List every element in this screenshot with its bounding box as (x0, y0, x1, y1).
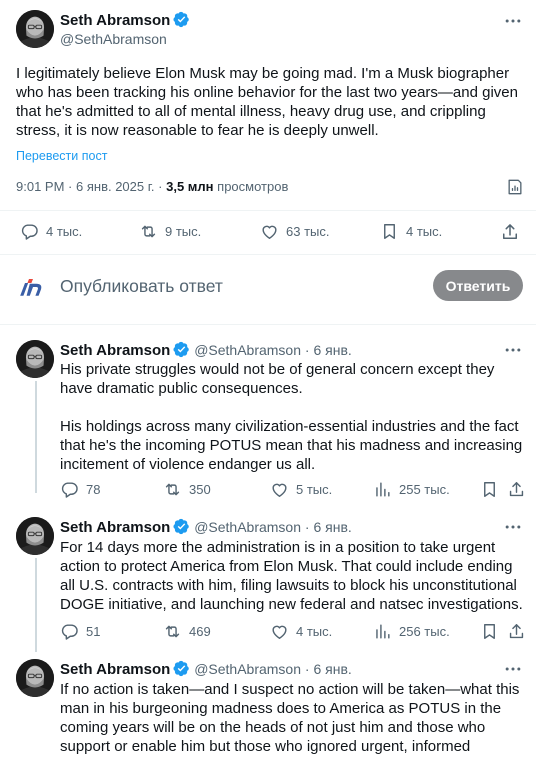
like-count: 63 тыс. (286, 224, 330, 239)
tweet-meta: 9:01 PM · 6 янв. 2025 г. · 3,5 млн просм… (16, 179, 288, 194)
reply-text: His private struggles would not be of ge… (60, 360, 524, 474)
views-icon (373, 622, 392, 641)
reply-author-name[interactable]: Seth Abramson (60, 519, 170, 536)
verified-badge-icon (173, 660, 190, 677)
views-label: просмотров (217, 179, 289, 194)
reply-author-name[interactable]: Seth Abramson (60, 342, 170, 359)
reply-count: 4 тыс. (46, 224, 83, 239)
views-count: 255 тыс. (399, 482, 450, 497)
share-icon[interactable] (507, 480, 526, 499)
reply-count: 78 (86, 482, 101, 497)
reply-author-handle[interactable]: @SethAbramson (194, 661, 301, 677)
reply-header: Seth Abramson @SethAbramson · 6 янв. (60, 341, 352, 359)
main-author-header: Seth Abramson (60, 11, 190, 30)
verified-badge-icon (173, 11, 190, 28)
more-options-icon[interactable] (503, 659, 523, 679)
reply-header: Seth Abramson @SethAbramson · 6 янв. (60, 660, 352, 678)
more-options-icon[interactable] (503, 517, 523, 537)
like-button[interactable]: 4 тыс. (270, 622, 332, 641)
meta-separator: · (304, 342, 310, 358)
like-icon (260, 222, 279, 241)
reply-paragraph: If no action is taken—and I suspect no a… (60, 681, 520, 755)
like-button[interactable]: 5 тыс. (270, 480, 332, 499)
reply-date[interactable]: 6 янв. (313, 661, 351, 677)
reply-author-handle[interactable]: @SethAbramson (194, 342, 301, 358)
reply-author-avatar[interactable] (16, 517, 54, 555)
repost-icon (139, 222, 158, 241)
bookmark-button[interactable]: 4 тыс. (380, 222, 442, 241)
reply-button[interactable]: 51 (60, 622, 100, 641)
reply-author-avatar[interactable] (16, 659, 54, 697)
bookmark-count: 4 тыс. (406, 224, 443, 239)
reply-icon (60, 480, 79, 499)
thread-line (35, 558, 37, 652)
reply-author-handle[interactable]: @SethAbramson (194, 519, 301, 535)
like-count: 5 тыс. (296, 482, 333, 497)
repost-count: 350 (189, 482, 211, 497)
verified-badge-icon (173, 518, 190, 535)
meta-separator: · (304, 519, 310, 535)
reply-paragraph: His private struggles would not be of ge… (60, 361, 495, 397)
repost-icon (163, 622, 182, 641)
repost-count: 469 (189, 624, 211, 639)
main-author-name[interactable]: Seth Abramson (60, 12, 170, 29)
reply-author-name[interactable]: Seth Abramson (60, 661, 170, 678)
bookmark-icon (380, 222, 399, 241)
reply-submit-button[interactable]: Ответить (433, 270, 523, 301)
like-icon (270, 480, 289, 499)
reply-date[interactable]: 6 янв. (313, 519, 351, 535)
analytics-icon[interactable] (505, 177, 525, 197)
reply-count: 51 (86, 624, 101, 639)
like-button[interactable]: 63 тыс. (260, 222, 329, 241)
share-icon[interactable] (500, 222, 520, 242)
bookmark-icon[interactable] (480, 480, 499, 499)
reply-header: Seth Abramson @SethAbramson · 6 янв. (60, 518, 352, 536)
divider (0, 324, 536, 325)
tweet-date[interactable]: 6 янв. 2025 г. (76, 179, 155, 194)
verified-badge-icon (173, 341, 190, 358)
translate-post-link[interactable]: Перевести пост (16, 149, 107, 163)
bookmark-icon[interactable] (480, 622, 499, 641)
reply-author-avatar[interactable] (16, 340, 54, 378)
views-button[interactable]: 255 тыс. (373, 480, 450, 499)
views-icon (373, 480, 392, 499)
like-icon (270, 622, 289, 641)
reply-paragraph: For 14 days more the administration is i… (60, 539, 523, 613)
main-author-handle[interactable]: @SethAbramson (60, 31, 167, 47)
reply-button[interactable]: 4 тыс. (20, 222, 82, 241)
reply-date[interactable]: 6 янв. (313, 342, 351, 358)
reply-icon (60, 622, 79, 641)
views-count: 256 тыс. (399, 624, 450, 639)
views-count: 3,5 млн (166, 179, 214, 194)
divider (0, 210, 536, 211)
reply-text: For 14 days more the administration is i… (60, 538, 524, 614)
repost-count: 9 тыс. (165, 224, 202, 239)
reply-input[interactable]: Опубликовать ответ (60, 276, 223, 297)
meta-separator: · (304, 661, 310, 677)
main-tweet-text: I legitimately believe Elon Musk may be … (16, 65, 518, 139)
like-count: 4 тыс. (296, 624, 333, 639)
composer-logo-icon (17, 271, 49, 303)
more-options-icon[interactable] (503, 11, 523, 31)
tweet-time[interactable]: 9:01 PM (16, 179, 64, 194)
main-author-avatar[interactable] (16, 10, 54, 48)
repost-button[interactable]: 350 (163, 480, 211, 499)
meta-separator: · (158, 179, 163, 194)
reply-paragraph: His holdings across many civilization-es… (60, 418, 523, 473)
repost-icon (163, 480, 182, 499)
repost-button[interactable]: 9 тыс. (139, 222, 201, 241)
reply-icon (20, 222, 39, 241)
repost-button[interactable]: 469 (163, 622, 211, 641)
meta-separator: · (68, 179, 73, 194)
thread-line (35, 381, 37, 493)
more-options-icon[interactable] (503, 340, 523, 360)
reply-text: If no action is taken—and I suspect no a… (60, 680, 524, 757)
reply-button[interactable]: 78 (60, 480, 100, 499)
divider (0, 254, 536, 255)
share-icon[interactable] (507, 622, 526, 641)
views-button[interactable]: 256 тыс. (373, 622, 450, 641)
